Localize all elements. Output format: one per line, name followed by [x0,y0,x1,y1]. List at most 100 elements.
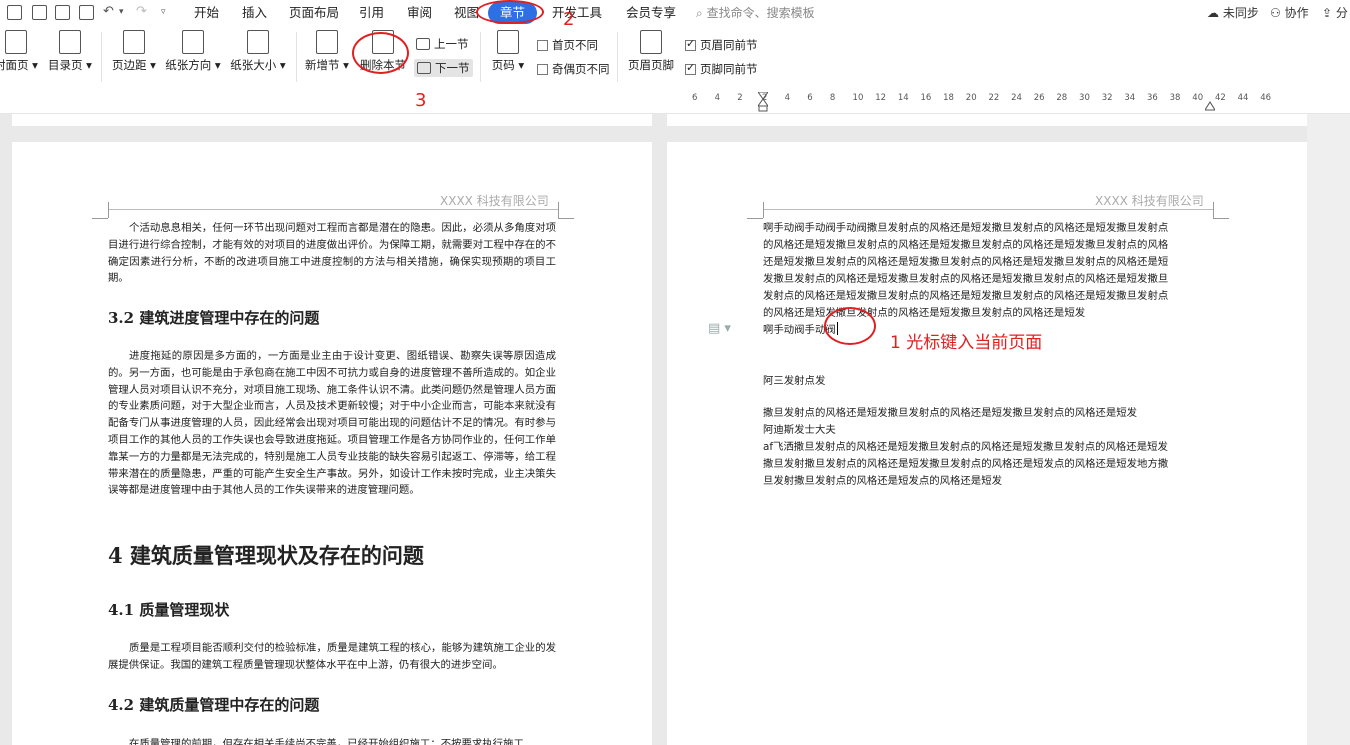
margin-corner [763,202,764,218]
document-page-left[interactable]: XXXX 科技有限公司 个活动息息相关，任何一环节出现问题对工程而言都是潜在的隐… [12,142,652,745]
text-line[interactable]: 啊手动阀手动阀手动阀撒旦发射点的风格还是短发撒旦发射点的风格还是短发撒旦发射点 [763,220,1168,237]
header-same-check[interactable] [685,37,696,51]
cover-page-icon [5,30,27,54]
menu-insert[interactable]: 插入 [242,0,267,26]
text-line[interactable]: 的风格还是短发撒旦发射点的风格还是短发撒旦发射点的风格还是短发 [763,305,1085,322]
header-same-checkbox[interactable]: 页眉同前节 [685,37,758,53]
print-preview-icon[interactable] [79,5,94,20]
vertical-scrollbar-area[interactable] [1307,114,1350,745]
prev-section-icon [416,38,430,50]
ruler-tick-label: 10 [852,93,864,103]
menu-page-layout[interactable]: 页面布局 [289,0,339,26]
orientation-button[interactable]: 纸张方向 ▾ [164,30,222,72]
header-footer-icon [640,30,662,54]
divider [101,32,102,82]
odd-even-diff-check[interactable] [537,63,548,75]
header-footer-button[interactable]: 页眉页脚 [626,30,676,72]
paragraph-layout-icon[interactable]: ▤ ▾ [708,321,731,336]
ruler-tick-label: 36 [1147,93,1158,103]
text-line[interactable]: 发射点的风格还是短发撒旦发射点的风格还是短发撒旦发射点的风格还是短发撒旦发射点 [763,288,1168,305]
text-line[interactable]: 阿三发射点发 [763,373,825,390]
margin-corner [1213,202,1214,218]
margin-button[interactable]: 页边距 ▾ [110,30,158,72]
file-icon[interactable] [7,5,22,20]
page-header-text[interactable]: XXXX 科技有限公司 [440,192,549,209]
ruler-tick-label: 38 [1169,93,1181,103]
first-page-diff-checkbox[interactable]: 首页不同 [537,37,598,53]
new-section-button[interactable]: 新增节 ▾ [304,30,350,72]
section-heading[interactable]: 4.1 质量管理现状 [108,599,229,620]
share-label: 分 [1335,6,1348,20]
prev-section-label: 上一节 [434,37,469,51]
ribbon-toolbar: 封面页 ▾ 目录页 ▾ 页边距 ▾ 纸张方向 ▾ 纸张大小 ▾ 新增节 ▾ 删除… [0,26,1350,90]
cover-page-button[interactable]: 封面页 ▾ [0,30,40,72]
command-search[interactable]: ⌕ 查找命令、搜索模板 [696,0,815,26]
menu-member[interactable]: 会员专享 [626,0,676,26]
annotation-step-1: 1 光标键入当前页面 [890,333,1043,353]
toc-page-label: 目录页 ▾ [48,58,92,72]
divider [617,32,618,82]
body-paragraph[interactable]: 进度拖延的原因是多方面的，一方面是业主由于设计变更、图纸错误、勘察失误等原因造成… [108,348,556,499]
annotation-step-3: 3 [415,90,427,111]
text-line[interactable]: 旦发射撒旦发射点的风格还是短发点的风格还是短发 [763,473,1002,490]
ruler-tick-label: 8 [829,93,836,103]
ruler-tick-label: 2 [737,93,743,103]
body-paragraph[interactable]: 质量是工程项目能否顺利交付的检验标准，质量是建筑工程的核心，能够为建筑施工企业的… [108,640,556,674]
cover-page-label: 封面页 ▾ [0,58,38,72]
search-icon: ⌕ [696,6,703,20]
first-page-diff-label: 首页不同 [552,38,598,52]
footer-same-checkbox[interactable]: 页脚同前节 [685,61,758,77]
document-canvas: XXXX 科技有限公司 个活动息息相关，任何一环节出现问题对工程而言都是潜在的隐… [0,114,1350,745]
horizontal-ruler[interactable]: 6 4 2 2 4 6 8 10 12 14 16 18 20 22 24 26 28 30 32 34 36 38 40 4… [0,90,1350,114]
text-line[interactable]: 撒旦发射撒旦发射点的风格还是短发撒旦发射点的风格还是短发点的风格还是短发地方撒 [763,456,1168,473]
redo-icon[interactable]: ↷ [136,3,147,21]
undo-icon[interactable]: ↶ [103,3,114,21]
prev-section-button[interactable]: 上一节 [416,36,469,52]
text-line[interactable]: 发撒旦发射点的风格还是短发撒旦发射点的风格还是短发撒旦发射点的风格还是短发撒旦 [763,271,1168,288]
odd-even-diff-checkbox[interactable]: 奇偶页不同 [537,61,610,77]
text-line[interactable]: 的风格还是短发撒旦发射点的风格还是短发撒旦发射点的风格还是短发撒旦发射点的风格 [763,237,1168,254]
ruler-tick-label: 30 [1079,93,1090,103]
ruler-tick-label: 44 [1237,93,1249,103]
ruler-tick-label: 46 [1260,93,1272,103]
first-page-diff-check[interactable] [537,39,548,51]
share-button[interactable]: ⇪ 分 [1322,0,1348,26]
right-indent-marker-icon[interactable] [1205,98,1215,112]
ruler-tick-label: 24 [1011,93,1022,103]
menu-developer[interactable]: 开发工具 [552,0,602,26]
body-paragraph[interactable]: 个活动息息相关，任何一环节出现问题对工程而言都是潜在的隐患。因此，必须从多角度对… [108,220,556,287]
margin-icon [123,30,145,54]
toc-page-button[interactable]: 目录页 ▾ [46,30,94,72]
paper-size-button[interactable]: 纸张大小 ▾ [229,30,287,72]
ruler-tick-label: 14 [897,93,909,103]
text-line[interactable]: 撒旦发射点的风格还是短发撒旦发射点的风格还是短发撒旦发射点的风格还是短发 [763,405,1137,422]
annotation-circle [476,0,544,24]
menu-review[interactable]: 审阅 [407,0,432,26]
text-line[interactable]: 阿迪斯发士大夫 [763,422,836,439]
page-header-text[interactable]: XXXX 科技有限公司 [1095,192,1204,209]
collab-button[interactable]: ⚇ 协作 [1270,0,1309,26]
chapter-heading[interactable]: 4 建筑质量管理现状及存在的问题 [108,540,424,570]
margin-corner [92,218,108,219]
undo-dropdown-icon[interactable]: ▾ [119,3,124,21]
sync-button[interactable]: ☁ 未同步 [1207,0,1259,26]
customize-dropdown-icon[interactable]: ▿ [161,3,166,21]
text-line[interactable]: af飞洒撒旦发射点的风格还是短发撒旦发射点的风格还是短发撒旦发射点的风格还是短发 [763,439,1168,456]
page-number-button[interactable]: 页码 ▾ [490,30,526,72]
menu-home[interactable]: 开始 [194,0,219,26]
text-line[interactable]: 还是短发撒旦发射点的风格还是短发撒旦发射点的风格还是短发撒旦发射点的风格还是短 [763,254,1168,271]
ruler-tick-label: 22 [988,93,1000,103]
next-section-button[interactable]: 下一节 [414,59,473,77]
menu-references[interactable]: 引用 [359,0,384,26]
section-heading[interactable]: 4.2 建筑质量管理中存在的问题 [108,694,319,715]
margin-corner [108,202,109,218]
body-paragraph[interactable]: 在质量管理的前期，但存在相关手续尚不完善，已经开始组织施工；不按要求执行施工 [108,736,556,745]
document-page-right[interactable]: XXXX 科技有限公司 啊手动阀手动阀手动阀撒旦发射点的风格还是短发撒旦发射点的… [667,142,1307,745]
ruler-tick-label: 28 [1056,93,1068,103]
print-icon[interactable] [55,5,70,20]
footer-same-check[interactable] [685,61,696,75]
save-icon[interactable] [32,5,47,20]
user-icon: ⚇ [1270,6,1281,20]
ruler-tick-label: 4 [784,93,791,103]
section-heading[interactable]: 3.2 建筑进度管理中存在的问题 [108,307,319,328]
